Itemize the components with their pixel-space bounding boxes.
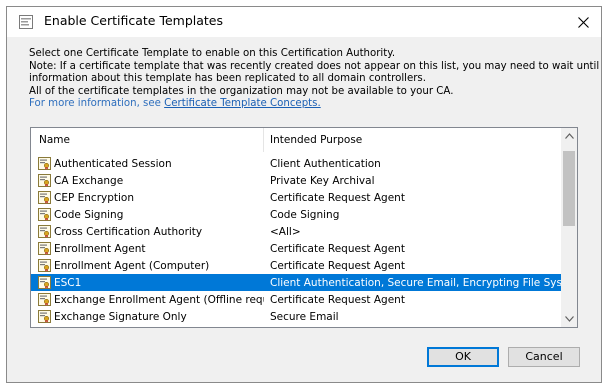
certificate-template-list[interactable]: Name Intended Purpose Authenticated Sess… [30, 127, 578, 328]
template-name-cell: Exchange Enrollment Agent (Offline reque… [31, 293, 264, 306]
list-rows: Authenticated Session Client Authenticati… [31, 155, 563, 329]
template-row[interactable]: Exchange User Secure Email [31, 325, 563, 329]
template-name: Exchange Enrollment Agent (Offline reque… [54, 293, 264, 306]
certificate-template-icon [38, 327, 51, 328]
scroll-thumb[interactable] [563, 151, 575, 226]
certificate-template-icon [38, 225, 51, 238]
more-info-prefix: For more information, see [29, 98, 165, 109]
certificate-template-icon [38, 276, 51, 289]
certificate-template-icon [38, 259, 51, 272]
template-name-cell: Exchange Signature Only [31, 310, 264, 323]
template-name: CA Exchange [54, 174, 124, 187]
template-name: Authenticated Session [54, 157, 172, 170]
ok-button[interactable]: OK [427, 347, 499, 367]
intended-purpose-cell: Certificate Request Agent [270, 242, 405, 255]
template-name-cell: CA Exchange [31, 174, 264, 187]
intended-purpose-cell: Client Authentication [270, 157, 381, 170]
description-line-3: information about this template has been… [29, 73, 426, 84]
template-name: CEP Encryption [54, 191, 135, 204]
description-text: Select one Certificate Template to enabl… [29, 48, 600, 111]
template-row[interactable]: CA Exchange Private Key Archival [31, 172, 563, 189]
certificate-template-icon [38, 310, 51, 323]
template-row[interactable]: Exchange Signature Only Secure Email [31, 308, 563, 325]
dialog-icon [19, 15, 33, 29]
template-name-cell: Exchange User [31, 327, 264, 328]
template-name-cell: ESC1 [31, 276, 264, 289]
vertical-scrollbar[interactable] [561, 128, 577, 327]
certificate-template-icon [38, 157, 51, 170]
scroll-up-button[interactable] [561, 128, 577, 144]
certificate-template-icon [38, 242, 51, 255]
certificate-template-icon [38, 208, 51, 221]
template-name: Enrollment Agent (Computer) [54, 259, 210, 272]
chevron-down-icon [564, 316, 574, 322]
certificate-template-icon [38, 293, 51, 306]
template-row[interactable]: CEP Encryption Certificate Request Agent [31, 189, 563, 206]
intended-purpose-cell: Code Signing [270, 208, 340, 221]
template-name-cell: CEP Encryption [31, 191, 264, 204]
certificate-template-concepts-link[interactable]: Certificate Template Concepts. [164, 98, 321, 109]
template-row[interactable]: Enrollment Agent (Computer) Certificate R… [31, 257, 563, 274]
template-name-cell: Enrollment Agent [31, 242, 264, 255]
column-header-intended-purpose[interactable]: Intended Purpose [264, 128, 563, 152]
description-line-4: All of the certificate templates in the … [29, 85, 454, 97]
template-name: Cross Certification Authority [54, 225, 203, 238]
template-name-cell: Code Signing [31, 208, 264, 221]
description-line-1: Select one Certificate Template to enabl… [29, 48, 396, 59]
template-name: Exchange Signature Only [54, 310, 187, 323]
intended-purpose-cell: <All> [270, 225, 301, 238]
list-header: Name Intended Purpose [31, 128, 563, 152]
dialog-title: Enable Certificate Templates [44, 13, 224, 28]
certificate-template-icon [38, 191, 51, 204]
chevron-up-icon [564, 133, 574, 139]
template-name-cell: Authenticated Session [31, 157, 264, 170]
cancel-button[interactable]: Cancel [508, 347, 580, 367]
template-row[interactable]: Exchange Enrollment Agent (Offline reque… [31, 291, 563, 308]
template-row[interactable]: Code Signing Code Signing [31, 206, 563, 223]
template-row[interactable]: ESC1 Client Authentication, Secure Email,… [31, 274, 563, 291]
template-name-cell: Enrollment Agent (Computer) [31, 259, 264, 272]
close-button[interactable] [569, 9, 597, 35]
template-name: Exchange User [54, 328, 133, 329]
intended-purpose-cell: Client Authentication, Secure Email, Enc… [270, 276, 563, 289]
certificate-template-icon [38, 174, 51, 187]
template-name: Enrollment Agent [54, 242, 146, 255]
close-icon [577, 16, 589, 28]
template-name: Code Signing [54, 208, 124, 221]
intended-purpose-cell: Secure Email [270, 310, 339, 323]
column-header-name[interactable]: Name [31, 128, 264, 152]
template-name: ESC1 [54, 276, 82, 289]
template-row[interactable]: Cross Certification Authority <All> [31, 223, 563, 240]
scroll-down-button[interactable] [561, 311, 577, 327]
more-info-line: For more information, see Certificate Te… [29, 98, 589, 111]
title-bar: Enable Certificate Templates [7, 7, 601, 37]
intended-purpose-cell: Certificate Request Agent [270, 191, 405, 204]
template-row[interactable]: Authenticated Session Client Authenticati… [31, 155, 563, 172]
intended-purpose-cell: Certificate Request Agent [270, 259, 405, 272]
enable-certificate-templates-dialog: Enable Certificate Templates Select one … [6, 6, 602, 383]
description-line-2: Note: If a certificate template that was… [29, 60, 600, 72]
template-name-cell: Cross Certification Authority [31, 225, 264, 238]
template-row[interactable]: Enrollment Agent Certificate Request Agen… [31, 240, 563, 257]
intended-purpose-cell: Private Key Archival [270, 174, 375, 187]
intended-purpose-cell: Secure Email [264, 328, 563, 329]
intended-purpose-cell: Certificate Request Agent [270, 293, 405, 306]
